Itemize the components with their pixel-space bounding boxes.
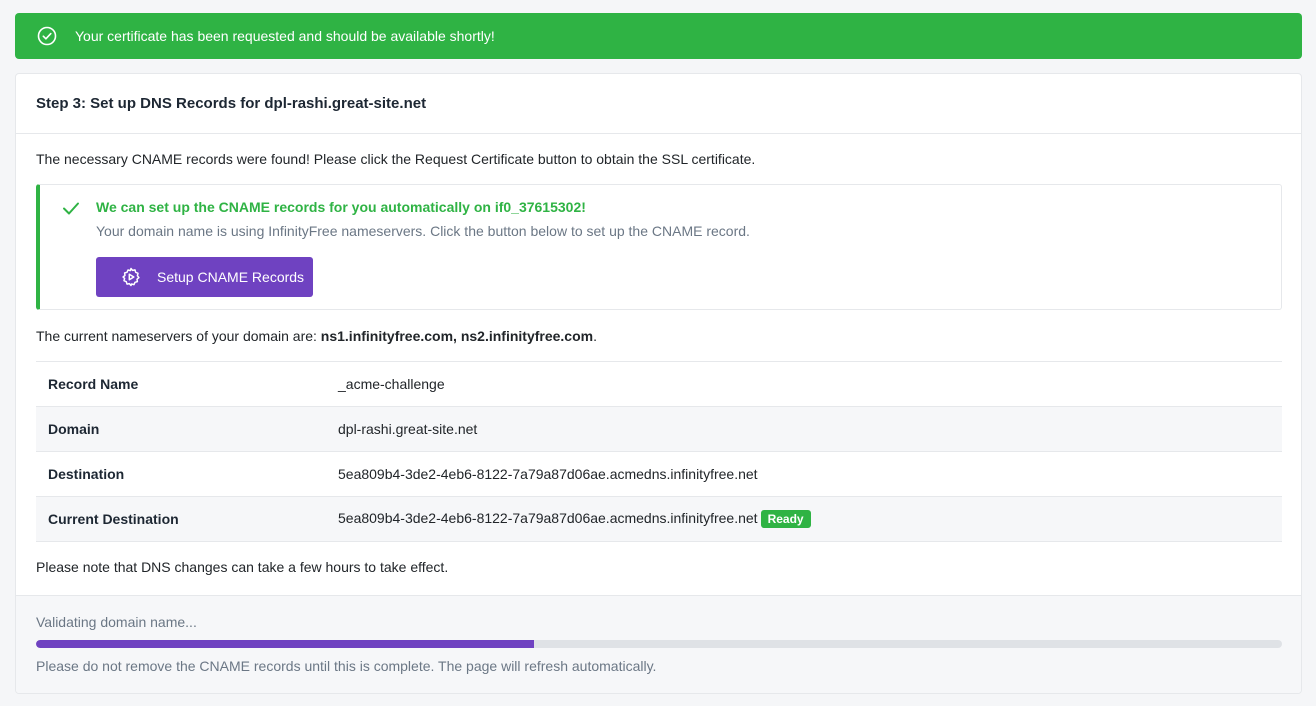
record-value: _acme-challenge bbox=[326, 361, 1282, 407]
setup-cname-button[interactable]: Setup CNAME Records bbox=[96, 257, 313, 297]
nameservers-suffix: . bbox=[593, 328, 597, 344]
validation-status: Validating domain name... bbox=[36, 614, 197, 630]
table-row: Destination 5ea809b4-3de2-4eb6-8122-7a79… bbox=[36, 451, 1282, 497]
footer-note: Please do not remove the CNAME records u… bbox=[36, 658, 657, 674]
gear-play-icon bbox=[120, 266, 142, 288]
dns-records-table: Record Name _acme-challenge Domain dpl-r… bbox=[36, 361, 1282, 542]
validation-progress bbox=[36, 640, 1282, 648]
success-alert-message: Your certificate has been requested and … bbox=[75, 28, 495, 44]
auto-setup-callout: We can set up the CNAME records for you … bbox=[36, 184, 1282, 310]
record-value: 5ea809b4-3de2-4eb6-8122-7a79a87d06ae.acm… bbox=[338, 510, 758, 526]
table-row: Current Destination 5ea809b4-3de2-4eb6-8… bbox=[36, 496, 1282, 542]
card-header: Step 3: Set up DNS Records for dpl-rashi… bbox=[16, 74, 1301, 134]
record-value: 5ea809b4-3de2-4eb6-8122-7a79a87d06ae.acm… bbox=[326, 451, 1282, 497]
nameservers-value: ns1.infinityfree.com, ns2.infinityfree.c… bbox=[320, 328, 594, 344]
callout-text: Your domain name is using InfinityFree n… bbox=[96, 223, 750, 239]
status-badge: Ready bbox=[760, 510, 811, 528]
record-key: Destination bbox=[36, 451, 326, 497]
record-key: Record Name bbox=[36, 361, 326, 407]
card-footer: Validating domain name... Please do not … bbox=[16, 595, 1301, 693]
record-value-cell: 5ea809b4-3de2-4eb6-8122-7a79a87d06ae.acm… bbox=[326, 496, 1282, 542]
dns-note: Please note that DNS changes can take a … bbox=[36, 559, 449, 575]
card-body: The necessary CNAME records were found! … bbox=[16, 151, 1301, 575]
validation-progress-bar bbox=[36, 640, 535, 648]
table-row: Record Name _acme-challenge bbox=[36, 361, 1282, 407]
check-icon bbox=[60, 197, 82, 219]
record-value: dpl-rashi.great-site.net bbox=[326, 406, 1282, 452]
callout-heading: We can set up the CNAME records for you … bbox=[96, 199, 586, 215]
nameservers-line: The current nameservers of your domain a… bbox=[36, 328, 1281, 344]
record-key: Domain bbox=[36, 406, 326, 452]
card-title: Step 3: Set up DNS Records for dpl-rashi… bbox=[36, 95, 427, 112]
check-circle-icon bbox=[37, 26, 57, 46]
setup-cname-button-label: Setup CNAME Records bbox=[157, 269, 305, 285]
dns-setup-card: Step 3: Set up DNS Records for dpl-rashi… bbox=[15, 73, 1302, 694]
intro-text: The necessary CNAME records were found! … bbox=[36, 151, 756, 167]
table-row: Domain dpl-rashi.great-site.net bbox=[36, 406, 1282, 452]
nameservers-prefix: The current nameservers of your domain a… bbox=[36, 328, 321, 344]
record-key: Current Destination bbox=[36, 496, 326, 542]
success-alert: Your certificate has been requested and … bbox=[15, 13, 1302, 59]
